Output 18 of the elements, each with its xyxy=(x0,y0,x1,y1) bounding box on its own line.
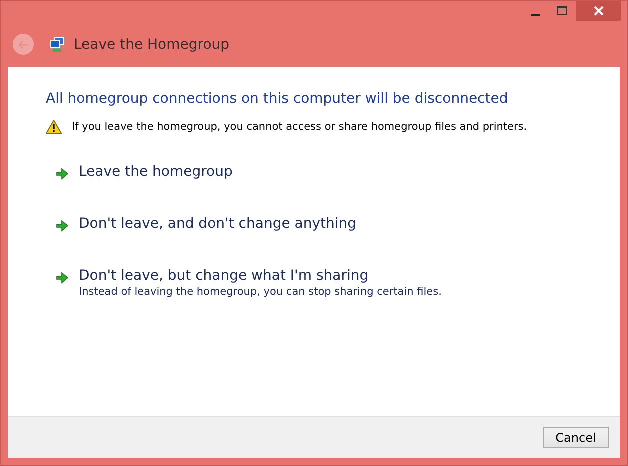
back-arrow-icon xyxy=(18,40,29,50)
cancel-button[interactable]: Cancel xyxy=(543,427,609,448)
warning-text: If you leave the homegroup, you cannot access or share homegroup files and printers. xyxy=(72,121,528,133)
close-icon xyxy=(594,6,604,16)
maximize-icon xyxy=(557,6,568,16)
warning-icon xyxy=(46,120,62,134)
option-link[interactable]: Don't leave, but change what I'm sharing xyxy=(79,268,442,284)
close-button[interactable] xyxy=(576,1,621,21)
arrow-icon xyxy=(56,168,69,180)
main-heading: All homegroup connections on this computer will be disconnected xyxy=(46,91,510,107)
option-link[interactable]: Don't leave, and don't change anything xyxy=(79,216,357,232)
page-title: Leave the Homegroup xyxy=(74,36,230,52)
arrow-icon xyxy=(56,220,69,232)
arrow-icon xyxy=(56,272,69,284)
network-computers-icon xyxy=(50,36,66,52)
option-description: Instead of leaving the homegroup, you can stop sharing certain files. xyxy=(79,286,442,298)
minimize-icon xyxy=(531,14,540,16)
option-link[interactable]: Leave the homegroup xyxy=(79,164,233,180)
